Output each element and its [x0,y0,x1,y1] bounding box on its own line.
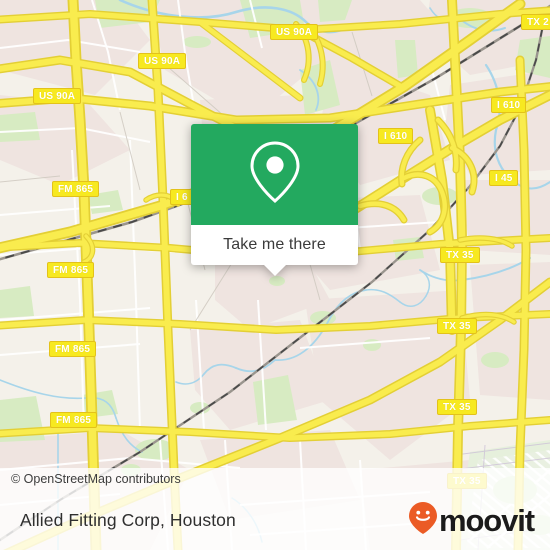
road-shield: US 90A [138,53,187,69]
road-shield: FM 865 [47,262,95,278]
bottom-info-bar: Allied Fitting Corp, Houston moovit [0,490,550,550]
road-shield: I 610 [378,128,414,144]
road-shield: TX 2 [521,14,550,30]
map-attribution-bar: © OpenStreetMap contributors [0,468,550,490]
location-popup[interactable]: Take me there [191,124,358,276]
road-shield: I 610 [491,97,527,113]
popup-pointer-tail [263,265,286,276]
take-me-there-label: Take me there [223,236,326,253]
road-shield: FM 865 [49,341,97,357]
moovit-map-screen: US 90A TX 2 US 90A US 90A I 610 I 610 FM… [0,0,550,550]
road-shield: FM 865 [50,412,98,428]
road-shield: TX 35 [437,399,477,415]
moovit-brand[interactable]: moovit [408,501,550,540]
place-name-label: Allied Fitting Corp, Houston [20,509,236,530]
moovit-pin-smile-icon [408,501,438,540]
road-shield: US 90A [270,24,319,40]
map-pin-icon [249,140,301,209]
moovit-wordmark: moovit [438,502,535,538]
road-shield: US 90A [33,88,82,104]
popup-icon-area [191,124,358,225]
road-shield: TX 35 [440,247,480,263]
road-shield: TX 35 [437,318,477,334]
road-shield: FM 865 [52,181,100,197]
road-shield: I 45 [489,170,519,186]
openstreetmap-attribution[interactable]: © OpenStreetMap contributors [0,472,181,486]
take-me-there-button[interactable]: Take me there [191,225,358,276]
